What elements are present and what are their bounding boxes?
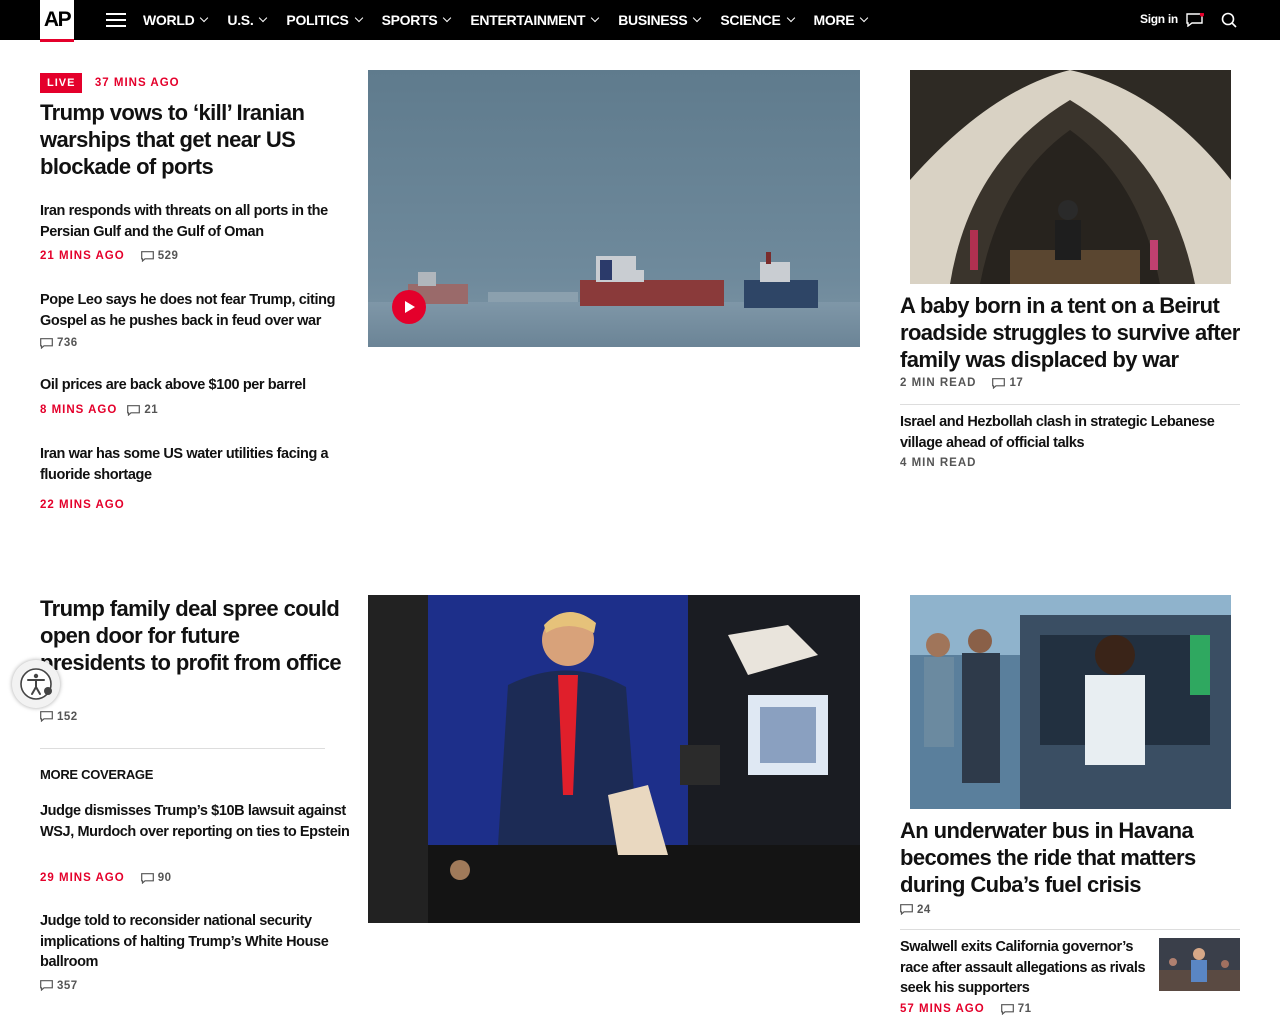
timestamp: 8 MINS AGO: [40, 404, 118, 416]
chevron-down-icon: [786, 13, 795, 23]
live-badge: LIVE: [40, 73, 83, 93]
side-sub-meta: 57 MINS AGO 71: [900, 1003, 1032, 1015]
side-headline[interactable]: A baby born in a tent on a Beirut roadsi…: [900, 292, 1240, 373]
menu-icon[interactable]: [106, 13, 126, 27]
nav-item-business[interactable]: BUSINESS: [618, 12, 702, 28]
comment-icon: [140, 872, 154, 884]
havana-bus-photo[interactable]: [910, 595, 1231, 809]
comment-icon: [992, 377, 1006, 389]
nav-item-entertainment[interactable]: ENTERTAINMENT: [470, 12, 600, 28]
nav-item-sports[interactable]: SPORTS: [382, 12, 452, 28]
search-icon[interactable]: [1221, 12, 1237, 28]
divider: [900, 929, 1240, 930]
tent-photo[interactable]: [910, 70, 1231, 284]
lead-headline[interactable]: Trump vows to ‘kill’ Iranian warships th…: [40, 99, 340, 180]
comment-count[interactable]: 24: [900, 904, 931, 916]
logo-text: AP: [43, 8, 72, 31]
accessibility-icon: [20, 668, 52, 700]
timestamp: 57 MINS AGO: [900, 1003, 985, 1015]
more-coverage-label: MORE COVERAGE: [40, 767, 154, 782]
tent-photo-art: [910, 70, 1231, 284]
nav-item-more[interactable]: MORE: [814, 12, 869, 28]
swalwell-thumbnail[interactable]: [1159, 938, 1240, 991]
nav-item-science[interactable]: SCIENCE: [720, 12, 795, 28]
chevron-down-icon: [443, 13, 452, 23]
comment-count[interactable]: 529: [140, 250, 179, 262]
side-sub-headline[interactable]: Swalwell exits California governor’s rac…: [900, 937, 1150, 999]
nav-item-us[interactable]: U.S.: [227, 12, 268, 28]
comment-icon: [127, 404, 141, 416]
comment-count[interactable]: 736: [40, 337, 78, 349]
live-meta: LIVE 37 MINS AGO: [40, 73, 180, 93]
nav-item-politics[interactable]: POLITICS: [286, 12, 363, 28]
timestamp: 21 MINS AGO: [40, 250, 125, 262]
side-meta: 24: [900, 902, 931, 920]
chevron-down-icon: [590, 13, 600, 23]
read-time: 4 MIN READ: [900, 457, 977, 469]
related-headline[interactable]: Oil prices are back above $100 per barre…: [40, 375, 345, 396]
comment-icon: [900, 904, 913, 915]
play-icon[interactable]: [392, 290, 426, 324]
related-headline[interactable]: Iran war has some US water utilities fac…: [40, 444, 345, 485]
comment-count[interactable]: 90: [140, 872, 172, 884]
related-meta: 22 MINS AGO: [40, 495, 125, 513]
ships-at-sea-photo: [368, 70, 860, 347]
lead-headline[interactable]: Trump family deal spree could open door …: [40, 595, 345, 676]
nav-item-world[interactable]: WORLD: [143, 12, 209, 28]
related-meta: 8 MINS AGO 21: [40, 404, 158, 416]
chevron-down-icon: [354, 13, 363, 23]
top-navigation-bar: AP WORLD U.S. POLITICS SPORTS ENTERTAINM…: [0, 0, 1280, 42]
related-headline[interactable]: Iran responds with threats on all ports …: [40, 201, 345, 242]
comment-count[interactable]: 21: [127, 404, 158, 416]
chevron-down-icon: [860, 13, 869, 23]
divider: [900, 404, 1240, 405]
chevron-down-icon: [693, 13, 702, 23]
related-meta: 357: [40, 978, 78, 996]
comment-count[interactable]: 357: [40, 980, 78, 992]
sign-in-link[interactable]: Sign in: [1140, 12, 1178, 26]
related-meta: 736: [40, 337, 78, 349]
lead-video-thumbnail[interactable]: [368, 70, 860, 347]
related-headline[interactable]: Pope Leo says he does not fear Trump, ci…: [40, 290, 345, 331]
comment-icon: [40, 337, 53, 349]
related-headline[interactable]: Judge told to reconsider national securi…: [40, 911, 350, 973]
side-meta: 2 MIN READ 17: [900, 377, 1023, 389]
related-meta: 29 MINS AGO 90: [40, 872, 172, 884]
comment-icon: [1000, 1003, 1014, 1015]
live-timestamp: 37 MINS AGO: [94, 77, 180, 89]
comment-icon: [40, 711, 53, 722]
trump-event-photo: [368, 595, 860, 923]
related-meta: 21 MINS AGO 529: [40, 250, 178, 262]
comment-count[interactable]: 17: [992, 377, 1023, 389]
havana-bus-photo-art: [910, 595, 1231, 809]
divider: [40, 748, 325, 749]
comment-icon: [40, 980, 53, 991]
comment-icon: [140, 250, 154, 262]
ap-logo[interactable]: AP: [40, 0, 74, 42]
related-headline[interactable]: Judge dismisses Trump’s $10B lawsuit aga…: [40, 801, 350, 842]
side-sub-headline[interactable]: Israel and Hezbollah clash in strategic …: [900, 412, 1230, 453]
timestamp: 22 MINS AGO: [40, 499, 125, 511]
read-time: 2 MIN READ: [900, 377, 977, 389]
timestamp: 29 MINS AGO: [40, 872, 125, 884]
comment-count[interactable]: 71: [1000, 1003, 1032, 1015]
chevron-down-icon: [259, 13, 268, 23]
chevron-down-icon: [200, 13, 209, 23]
swalwell-thumbnail-art: [1159, 938, 1240, 991]
comments-icon[interactable]: [1186, 13, 1204, 27]
nav-items: WORLD U.S. POLITICS SPORTS ENTERTAINMENT…: [143, 0, 887, 40]
lead-meta: 152: [40, 709, 78, 727]
accessibility-button[interactable]: [12, 660, 60, 708]
side-headline[interactable]: An underwater bus in Havana becomes the …: [900, 817, 1240, 898]
lead-photo[interactable]: [368, 595, 860, 923]
comment-count[interactable]: 152: [40, 711, 78, 723]
